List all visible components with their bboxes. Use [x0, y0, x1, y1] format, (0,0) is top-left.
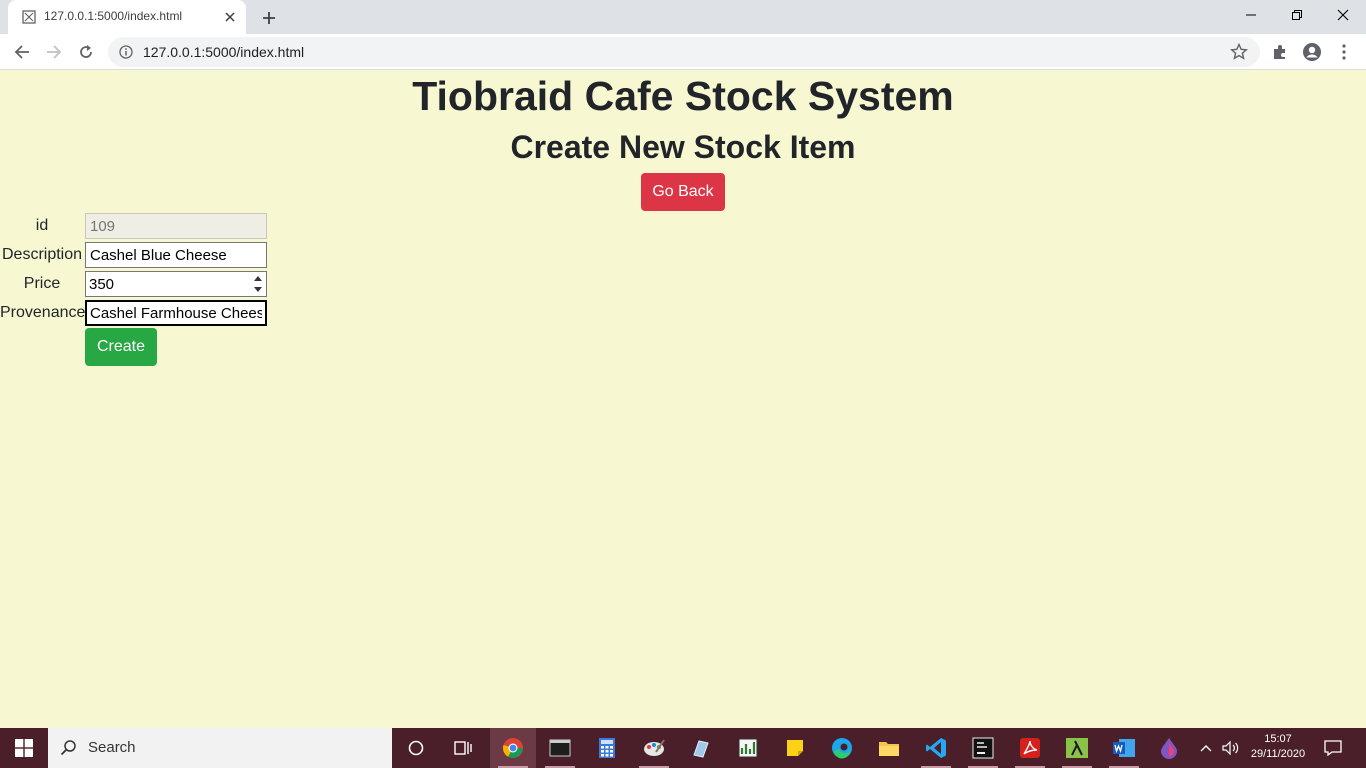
provenance-label: Provenance: [0, 304, 86, 321]
clock-time: 15:07: [1264, 733, 1292, 745]
minimize-icon[interactable]: [1228, 0, 1274, 30]
cortana-icon[interactable]: [393, 728, 439, 768]
browser-toolbar: 127.0.0.1:5000/index.html: [0, 34, 1366, 70]
word-icon[interactable]: [1101, 728, 1147, 768]
price-stepper[interactable]: [253, 275, 263, 293]
price-label: Price: [23, 275, 61, 292]
terminal-icon[interactable]: [537, 728, 583, 768]
ide-icon[interactable]: [960, 728, 1006, 768]
spin-down-icon[interactable]: [253, 286, 263, 293]
price-field[interactable]: [86, 272, 246, 296]
bookmark-star-icon[interactable]: [1230, 43, 1248, 61]
url-text: 127.0.0.1:5000/index.html: [143, 44, 305, 60]
description-field[interactable]: [85, 242, 267, 268]
browser-tab[interactable]: 127.0.0.1:5000/index.html: [8, 0, 246, 34]
page-subtitle: Create New Stock Item: [510, 129, 856, 165]
search-icon: [60, 740, 76, 756]
profile-icon[interactable]: [1302, 42, 1322, 62]
acrobat-icon[interactable]: [1007, 728, 1053, 768]
edge-icon[interactable]: [819, 728, 865, 768]
clock-date: 29/11/2020: [1250, 748, 1306, 760]
task-view-icon[interactable]: [440, 728, 486, 768]
page-icon: [22, 10, 36, 24]
back-icon[interactable]: [10, 40, 34, 64]
create-button[interactable]: Create: [85, 328, 157, 366]
notification-icon[interactable]: [1320, 728, 1346, 768]
reload-icon[interactable]: [74, 40, 98, 64]
color-picker-icon[interactable]: [1146, 728, 1192, 768]
id-label: id: [35, 217, 49, 234]
windows-start-icon[interactable]: [0, 728, 48, 768]
chrome-icon[interactable]: [490, 728, 536, 768]
go-back-button[interactable]: Go Back: [641, 173, 725, 211]
calculator-icon[interactable]: [584, 728, 630, 768]
file-explorer-icon[interactable]: [866, 728, 912, 768]
info-icon[interactable]: [119, 45, 133, 59]
extensions-icon[interactable]: [1270, 42, 1290, 62]
close-tab-icon[interactable]: [222, 9, 238, 25]
taskbar-search[interactable]: Search: [48, 728, 392, 768]
description-label: Description: [1, 246, 83, 263]
paint-icon[interactable]: [631, 728, 677, 768]
chevron-up-icon[interactable]: [1196, 728, 1216, 768]
id-field[interactable]: [85, 213, 267, 239]
lambda-app-icon[interactable]: [1054, 728, 1100, 768]
spin-up-icon[interactable]: [253, 275, 263, 282]
provenance-field[interactable]: [85, 300, 267, 326]
address-bar[interactable]: 127.0.0.1:5000/index.html: [108, 37, 1260, 67]
sticky-notes-icon[interactable]: [772, 728, 818, 768]
close-window-icon[interactable]: [1320, 0, 1366, 30]
clock[interactable]: 15:07 29/11/2020: [1248, 732, 1308, 762]
chart-app-icon[interactable]: [725, 728, 771, 768]
taskbar: Search 15:07 29/11/2020: [0, 728, 1366, 768]
tab-title: 127.0.0.1:5000/index.html: [44, 9, 183, 23]
volume-icon[interactable]: [1220, 728, 1242, 768]
snipping-tool-icon[interactable]: [678, 728, 724, 768]
tab-strip: 127.0.0.1:5000/index.html: [0, 0, 1366, 34]
search-placeholder: Search: [88, 739, 136, 756]
menu-icon[interactable]: [1334, 42, 1354, 62]
vscode-icon[interactable]: [913, 728, 959, 768]
price-field-wrapper: [85, 271, 267, 297]
page-title: Tiobraid Cafe Stock System: [412, 73, 954, 119]
page-content: Tiobraid Cafe Stock System Create New St…: [0, 71, 1366, 728]
forward-icon[interactable]: [42, 40, 66, 64]
restore-icon[interactable]: [1274, 0, 1320, 30]
new-tab-icon[interactable]: [258, 7, 280, 29]
